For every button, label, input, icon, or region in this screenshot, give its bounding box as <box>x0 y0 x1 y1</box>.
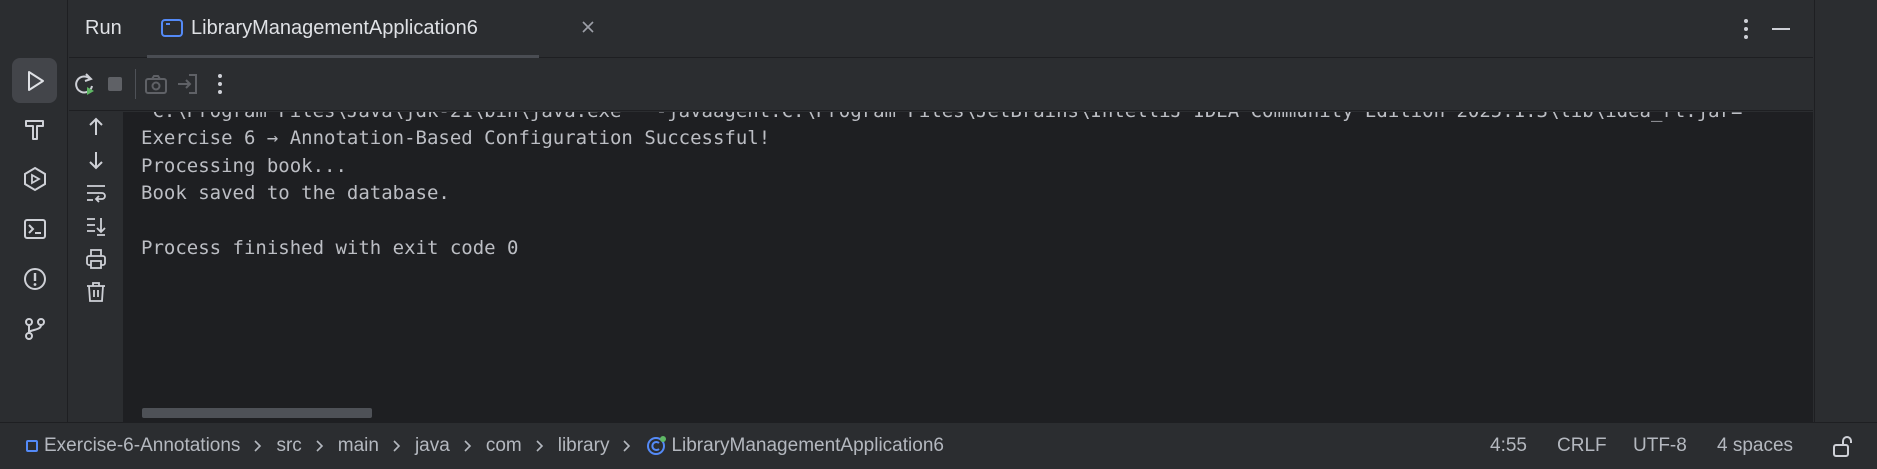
breadcrumb-class[interactable]: LibraryManagementApplication6 <box>671 435 944 457</box>
breadcrumb-library[interactable]: library <box>558 435 610 457</box>
soft-wrap-icon[interactable] <box>81 178 111 208</box>
terminal-icon[interactable] <box>12 206 57 251</box>
tool-window-title: Run <box>85 17 122 39</box>
camera-icon[interactable] <box>141 69 171 99</box>
print-icon[interactable] <box>81 244 111 274</box>
spring-boot-class-icon <box>647 436 667 455</box>
right-tool-strip <box>1814 0 1877 422</box>
rerun-icon[interactable] <box>69 69 99 99</box>
tool-window-header: Run LibraryManagementApplication6 <box>69 0 1813 58</box>
horizontal-scrollbar[interactable] <box>142 408 372 418</box>
more-vertical-icon[interactable] <box>205 69 235 99</box>
console-line-2: Processing book... <box>141 155 347 177</box>
breadcrumb-src[interactable]: src <box>276 435 301 457</box>
tab-label: LibraryManagementApplication6 <box>191 17 478 39</box>
breadcrumb-com[interactable]: com <box>486 435 522 457</box>
chevron-right-icon <box>464 440 471 452</box>
run-toolbar <box>69 59 1813 111</box>
problems-icon[interactable] <box>12 256 57 301</box>
git-icon[interactable] <box>12 306 57 351</box>
console-line-5: Process finished with exit code 0 <box>141 237 519 259</box>
stop-icon[interactable] <box>100 69 130 99</box>
chevron-right-icon <box>316 440 323 452</box>
caret-position[interactable]: 4:55 <box>1490 435 1527 457</box>
chevron-right-icon <box>393 440 401 452</box>
scroll-to-end-icon[interactable] <box>81 211 111 241</box>
console-gutter-toolbar <box>69 112 124 422</box>
login-icon[interactable] <box>173 69 203 99</box>
breadcrumb: Exercise-6-Annotations src main java com… <box>26 435 944 457</box>
chevron-right-icon <box>536 440 543 452</box>
build-hammer-icon[interactable] <box>12 106 57 151</box>
line-separator[interactable]: CRLF <box>1557 435 1607 457</box>
file-encoding[interactable]: UTF-8 <box>1633 435 1687 457</box>
indent-setting[interactable]: 4 spaces <box>1717 435 1793 457</box>
console-output[interactable]: "C:\Program Files\Java\jdk-21\bin\java.e… <box>124 112 1813 422</box>
run-icon[interactable] <box>12 58 57 103</box>
module-icon <box>26 440 38 452</box>
services-icon[interactable] <box>12 156 57 201</box>
lock-icon[interactable] <box>1831 434 1853 458</box>
breadcrumb-java[interactable]: java <box>415 435 450 457</box>
application-config-icon <box>161 19 183 37</box>
arrow-down-icon[interactable] <box>81 145 111 175</box>
console-line-0: "C:\Program Files\Java\jdk-21\bin\java.e… <box>141 112 1742 122</box>
arrow-up-icon[interactable] <box>81 112 111 142</box>
close-icon[interactable] <box>579 18 597 36</box>
console-line-3: Book saved to the database. <box>141 182 450 204</box>
tab-run-configuration[interactable]: LibraryManagementApplication6 <box>147 0 594 58</box>
status-bar: Exercise-6-Annotations src main java com… <box>0 422 1877 469</box>
minimize-icon[interactable] <box>1769 16 1793 42</box>
trash-icon[interactable] <box>81 277 111 307</box>
breadcrumb-module[interactable]: Exercise-6-Annotations <box>44 435 240 457</box>
console-line-1: Exercise 6 → Annotation-Based Configurat… <box>141 127 771 149</box>
chevron-right-icon <box>254 440 262 452</box>
toolbar-separator <box>135 69 136 99</box>
chevron-right-icon <box>623 440 631 452</box>
more-vertical-icon[interactable] <box>1734 16 1758 42</box>
left-tool-strip <box>0 0 68 422</box>
run-tool-window: Run LibraryManagementApplication6 Exerci… <box>0 0 1877 469</box>
breadcrumb-main[interactable]: main <box>338 435 379 457</box>
